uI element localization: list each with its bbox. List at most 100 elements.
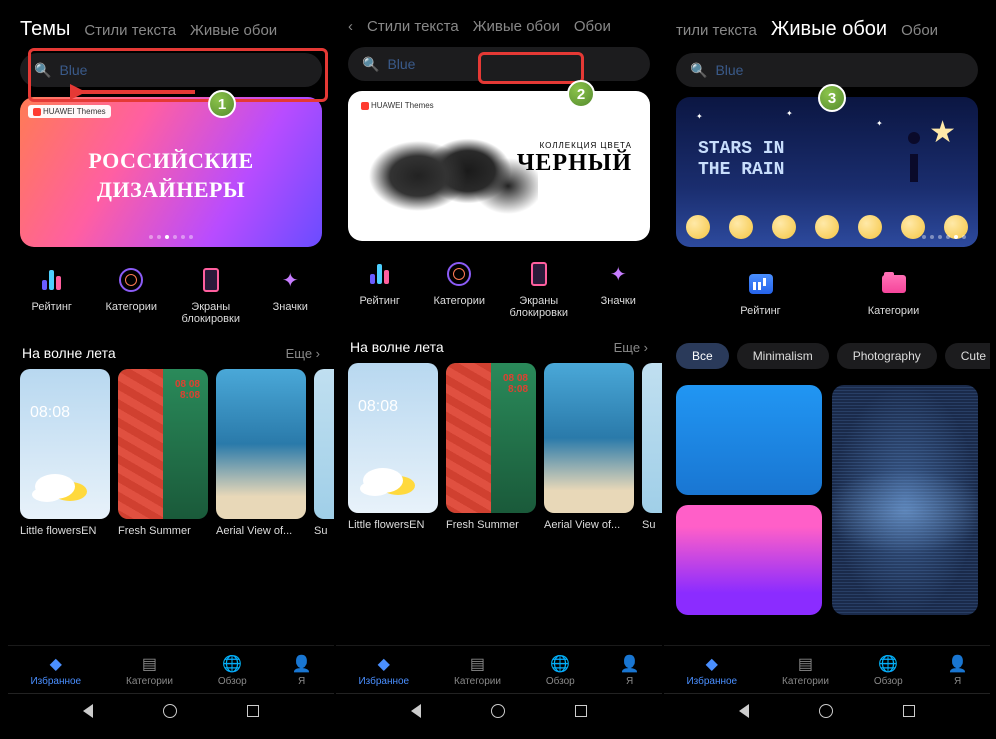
- cat-icons[interactable]: ✦Значки: [583, 259, 653, 319]
- search-placeholder: Blue: [715, 62, 743, 78]
- sparkle-icon: ✦: [275, 265, 305, 295]
- cat-categories[interactable]: Категории: [424, 259, 494, 319]
- list-icon: ▤: [142, 654, 157, 674]
- thumbs-row: Little flowersEN Fresh Summer Aerial Vie…: [336, 363, 662, 531]
- tab-live-wallpapers[interactable]: Живые обои: [771, 18, 887, 41]
- section-header: На волне лета Еще ›: [336, 333, 662, 363]
- nav-featured[interactable]: ◆Избранное: [358, 654, 409, 687]
- nav-categories[interactable]: ▤Категории: [782, 654, 829, 687]
- bookmark-icon: ◆: [50, 654, 62, 674]
- featured-banner[interactable]: HUAWEI Themes РоссийскиеДизайнеры: [20, 97, 322, 247]
- cat-categories[interactable]: Категории: [96, 265, 166, 325]
- nav-featured[interactable]: ◆Избранное: [30, 654, 81, 687]
- recents-icon[interactable]: [903, 705, 915, 717]
- nav-browse[interactable]: 🌐Обзор: [218, 654, 247, 687]
- banner-tag: HUAWEI Themes: [356, 99, 439, 112]
- cat-lockscreens[interactable]: Экраны блокировки: [176, 265, 246, 325]
- search-icon: 🔍: [362, 56, 379, 73]
- search-placeholder: Blue: [387, 56, 415, 72]
- search-bar[interactable]: 🔍 Blue: [348, 47, 650, 81]
- carousel-dots: [477, 229, 521, 233]
- person-icon: 👤: [948, 654, 968, 674]
- filter-chips: Все Minimalism Photography Cute: [664, 335, 990, 377]
- chip-cute[interactable]: Cute: [945, 343, 990, 369]
- search-bar[interactable]: 🔍 Blue: [676, 53, 978, 87]
- bottom-nav: ◆Избранное ▤Категории 🌐Обзор 👤Я: [8, 645, 334, 693]
- tab-live-wallpapers[interactable]: Живые обои: [473, 18, 560, 35]
- cat-rating[interactable]: Рейтинг: [345, 259, 415, 319]
- nav-browse[interactable]: 🌐Обзор: [874, 654, 903, 687]
- category-row: Рейтинг Категории: [664, 257, 990, 335]
- featured-banner[interactable]: HUAWEI Themes КОЛЛЕКЦИЯ ЦВЕТАЧЕРНЫЙ: [348, 91, 650, 241]
- nav-me[interactable]: 👤Я: [292, 654, 312, 687]
- cat-icons[interactable]: ✦Значки: [255, 265, 325, 325]
- carousel-dots: [922, 235, 966, 239]
- theme-thumb[interactable]: Su: [642, 363, 662, 531]
- phone-screen-3: тили текста Живые обои Обои 🔍 Blue ✦✦✦· …: [664, 8, 990, 728]
- tab-wallpapers[interactable]: Обои: [574, 18, 611, 35]
- top-tabs: Темы Стили текста Живые обои: [8, 8, 334, 49]
- globe-icon: [444, 259, 474, 289]
- nav-me[interactable]: 👤Я: [948, 654, 968, 687]
- back-icon[interactable]: [739, 704, 749, 718]
- back-icon[interactable]: [411, 704, 421, 718]
- theme-thumb[interactable]: Aerial View of...: [216, 369, 306, 537]
- cat-categories[interactable]: Категории: [834, 269, 954, 317]
- home-icon[interactable]: [163, 704, 177, 718]
- nav-categories[interactable]: ▤Категории: [126, 654, 173, 687]
- banner-title: КОЛЛЕКЦИЯ ЦВЕТАЧЕРНЫЙ: [517, 141, 632, 177]
- system-nav: [664, 693, 990, 728]
- cat-lockscreens[interactable]: Экраны блокировки: [504, 259, 574, 319]
- annotation-badge-3: 3: [818, 84, 846, 112]
- wallpaper-tile[interactable]: [676, 385, 822, 495]
- featured-banner[interactable]: ✦✦✦· Stars inthe Rain ★: [676, 97, 978, 247]
- wallpaper-tile[interactable]: [832, 385, 978, 615]
- banner-title: Stars inthe Rain: [698, 139, 784, 180]
- phone-icon: [524, 259, 554, 289]
- theme-thumb[interactable]: Aerial View of...: [544, 363, 634, 531]
- tab-text-styles-partial[interactable]: тили текста: [676, 22, 757, 39]
- banner-title: РоссийскиеДизайнеры: [20, 147, 322, 204]
- chip-photography[interactable]: Photography: [837, 343, 937, 369]
- bars-icon: [37, 265, 67, 295]
- more-link[interactable]: Еще ›: [614, 340, 648, 355]
- nav-featured[interactable]: ◆Избранное: [686, 654, 737, 687]
- theme-thumb[interactable]: Fresh Summer: [446, 363, 536, 531]
- search-icon: 🔍: [690, 62, 707, 79]
- recents-icon[interactable]: [247, 705, 259, 717]
- more-link[interactable]: Еще ›: [286, 346, 320, 361]
- theme-thumb[interactable]: Su: [314, 369, 334, 537]
- tab-wallpapers[interactable]: Обои: [901, 22, 938, 39]
- person-icon: 👤: [292, 654, 312, 674]
- top-tabs: ‹ Стили текста Живые обои Обои: [336, 8, 662, 43]
- cat-rating[interactable]: Рейтинг: [701, 269, 821, 317]
- system-nav: [8, 693, 334, 728]
- category-row: Рейтинг Категории Экраны блокировки ✦Зна…: [336, 251, 662, 333]
- system-nav: [336, 693, 662, 728]
- back-icon[interactable]: [83, 704, 93, 718]
- section-header: На волне лета Еще ›: [8, 339, 334, 369]
- theme-thumb[interactable]: Little flowersEN: [20, 369, 110, 537]
- sparkle-icon: ✦: [603, 259, 633, 289]
- theme-thumb[interactable]: Little flowersEN: [348, 363, 438, 531]
- tab-live-wallpapers[interactable]: Живые обои: [190, 22, 277, 39]
- chip-all[interactable]: Все: [676, 343, 729, 369]
- home-icon[interactable]: [491, 704, 505, 718]
- chip-minimalism[interactable]: Minimalism: [737, 343, 829, 369]
- recents-icon[interactable]: [575, 705, 587, 717]
- wallpaper-tile[interactable]: [676, 505, 822, 615]
- home-icon[interactable]: [819, 704, 833, 718]
- globe-icon: 🌐: [878, 654, 898, 674]
- tab-text-styles[interactable]: Стили текста: [84, 22, 176, 39]
- nav-browse[interactable]: 🌐Обзор: [546, 654, 575, 687]
- cat-rating[interactable]: Рейтинг: [17, 265, 87, 325]
- chart-icon: [746, 269, 776, 299]
- nav-categories[interactable]: ▤Категории: [454, 654, 501, 687]
- tab-themes[interactable]: Темы: [20, 18, 70, 41]
- theme-thumb[interactable]: Fresh Summer: [118, 369, 208, 537]
- tab-text-styles[interactable]: Стили текста: [367, 18, 459, 35]
- nav-me[interactable]: 👤Я: [620, 654, 640, 687]
- annotation-badge-1: 1: [208, 90, 236, 118]
- tab-prev-chevron[interactable]: ‹: [348, 18, 353, 35]
- top-tabs: тили текста Живые обои Обои: [664, 8, 990, 49]
